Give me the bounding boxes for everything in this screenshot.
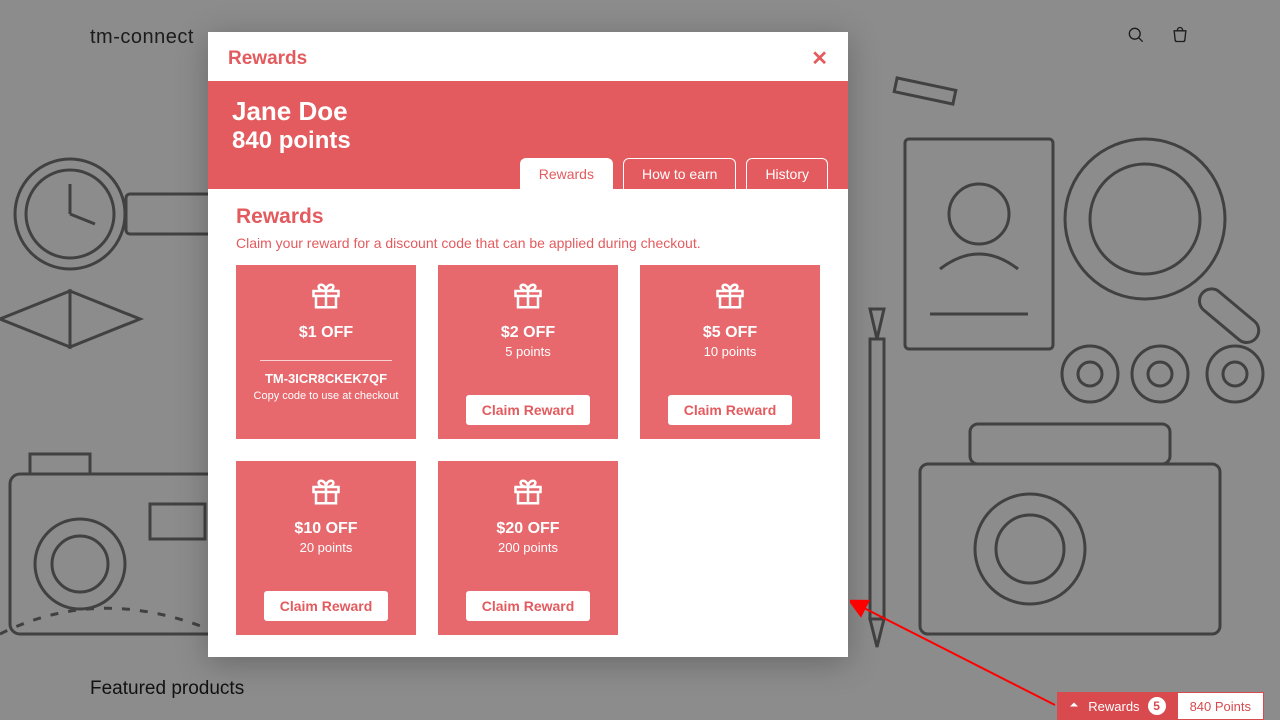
gift-icon [311,281,341,316]
reward-title: $2 OFF [501,324,555,342]
reward-cost: 200 points [498,540,558,555]
reward-cost: 5 points [505,344,551,359]
section-title: Rewards [236,205,820,229]
close-icon[interactable]: ✕ [811,46,828,71]
reward-card: $1 OFF TM-3ICR8CKEK7QF Copy code to use … [236,265,416,439]
chevron-up-icon [1068,699,1080,714]
reward-title: $5 OFF [703,324,757,342]
user-points: 840 points [232,127,824,155]
reward-code[interactable]: TM-3ICR8CKEK7QF [265,371,387,386]
reward-cost: 10 points [704,344,757,359]
divider [260,360,391,361]
tab-how-to-earn[interactable]: How to earn [623,158,736,189]
reward-card: $5 OFF 10 points Claim Reward [640,265,820,439]
modal-title: Rewards [228,48,307,70]
gift-icon [715,281,745,316]
modal-hero: Jane Doe 840 points Rewards How to earn … [208,81,848,189]
reward-card: $10 OFF 20 points Claim Reward [236,461,416,635]
reward-card: $20 OFF 200 points Claim Reward [438,461,618,635]
claim-reward-button[interactable]: Claim Reward [668,395,793,425]
claim-reward-button[interactable]: Claim Reward [466,395,591,425]
rewards-points: 840 Points [1177,692,1264,720]
gift-icon [513,281,543,316]
rewards-widget[interactable]: Rewards 5 840 Points [1057,692,1264,720]
reward-title: $1 OFF [299,324,353,342]
tab-history[interactable]: History [746,158,828,189]
gift-icon [311,477,341,512]
reward-cost: 20 points [300,540,353,555]
reward-title: $10 OFF [294,520,357,538]
reward-cards: $1 OFF TM-3ICR8CKEK7QF Copy code to use … [236,265,820,635]
rewards-count-badge: 5 [1148,697,1166,715]
claim-reward-button[interactable]: Claim Reward [264,591,389,621]
claim-reward-button[interactable]: Claim Reward [466,591,591,621]
tab-rewards[interactable]: Rewards [520,158,613,189]
rewards-widget-label: Rewards [1088,699,1139,714]
gift-icon [513,477,543,512]
reward-title: $20 OFF [496,520,559,538]
rewards-modal: Rewards ✕ Jane Doe 840 points Rewards Ho… [208,32,848,657]
reward-code-hint: Copy code to use at checkout [254,390,399,402]
user-name: Jane Doe [232,97,824,127]
section-subtitle: Claim your reward for a discount code th… [236,235,820,251]
reward-card: $2 OFF 5 points Claim Reward [438,265,618,439]
